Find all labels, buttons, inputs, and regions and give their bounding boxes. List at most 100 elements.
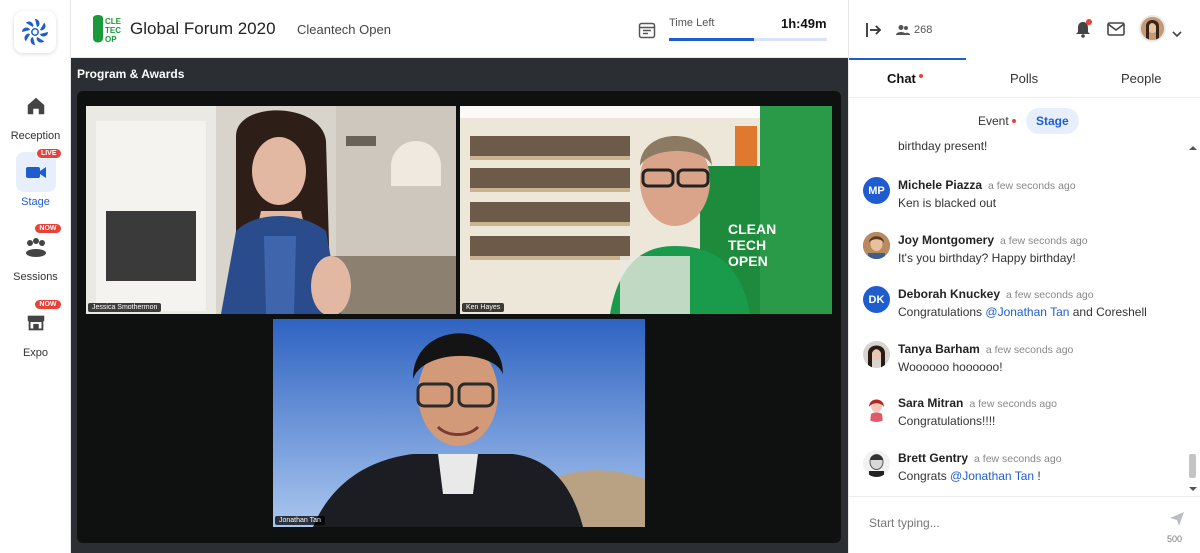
message-text: It's you birthday? Happy birthday! [898,251,1076,265]
organizer-name[interactable]: Cleantech Open [297,22,391,37]
panel-toolbar: 268 [849,0,1200,58]
sender-name-text: Brett Gentry [898,451,969,465]
subtab-event[interactable]: Event [968,108,1026,134]
nav-item-label: Sessions [13,271,58,283]
scroll-up-icon[interactable] [1188,144,1198,152]
message-time: a few seconds ago [974,453,1062,465]
svg-text:TEC: TEC [105,26,121,35]
sender-name-text: Sara Mitran [898,396,964,410]
nav-item-sessions[interactable]: NOW Sessions [0,223,71,283]
char-count: 500 [1167,534,1183,544]
nav-item-label: Expo [22,347,49,359]
time-left-value: 1h:49m [781,16,827,31]
sender-name-text: Joy Montgomery [898,233,995,247]
message-text: Congratulations!!!! [898,414,996,428]
chat-scrollbar[interactable] [1187,144,1197,493]
send-icon[interactable] [1169,511,1185,532]
sender-name: Deborah Knuckey a few seconds ago [898,287,1094,301]
participant-name: Ken Hayes [462,303,505,312]
nav-item-stage[interactable]: LIVE Stage [0,148,71,208]
nav-item-reception[interactable]: Reception [0,86,71,142]
video-tile-jessica[interactable]: Jessica Smothermon [86,106,456,314]
sessions-icon: NOW [16,223,62,267]
now-badge: NOW [34,223,62,234]
svg-text:CLE: CLE [105,17,122,26]
video-tile-ken[interactable]: CLEAN TECH OPEN Ken Hayes [460,106,832,314]
right-panel: 268 Chat Polls People Event Stage birthd… [848,0,1200,553]
message-time: a few seconds ago [969,398,1057,410]
mail-icon[interactable] [1107,22,1125,41]
message-text-part: Congratulations [898,305,986,319]
svg-text:OPEN: OPEN [728,253,768,269]
message-text-part: Congrats [898,469,951,483]
participant-name: Jonathan Tan [275,516,325,525]
time-left-label: Time Left [669,17,715,29]
scroll-down-icon[interactable] [1188,485,1198,493]
tab-label: Polls [1010,71,1039,86]
user-avatar[interactable] [1139,15,1166,42]
left-nav: Reception LIVE Stage NOW Sessions NOW Ex… [0,0,71,553]
chat-input[interactable] [869,516,1139,530]
user-mention[interactable]: @Jonathan Tan [950,469,1034,483]
tab-label: Chat [887,71,916,86]
sender-name: Michele Piazza a few seconds ago [898,178,1076,192]
cleantech-open-logo: CLE TEC OP [91,14,124,46]
video-tile-jonathan[interactable]: Jonathan Tan [273,319,645,527]
nav-item-label: Stage [21,196,50,208]
active-tab-underline [849,58,966,60]
avatar[interactable]: DK [863,286,890,313]
message-text: Woooooo hoooooo! [898,360,1003,374]
avatar[interactable] [863,341,890,368]
chat-composer: 500 [849,496,1200,553]
sender-name-text: Michele Piazza [898,178,983,192]
avatar[interactable] [863,450,890,477]
home-icon [16,86,56,126]
sender-name: Sara Mitran a few seconds ago [898,396,1057,410]
svg-text:OP: OP [105,35,117,44]
svg-text:CLEAN: CLEAN [728,221,776,237]
collapse-panel-icon[interactable] [863,20,883,45]
avatar[interactable] [863,232,890,259]
expo-icon: NOW [16,299,62,343]
subtab-stage[interactable]: Stage [1026,108,1079,134]
message-text: Ken is blacked out [898,196,997,210]
stage-icon: LIVE [15,148,62,192]
tab-chat[interactable]: Chat [887,71,923,86]
time-left-progress [669,38,827,41]
svg-text:TECH: TECH [728,237,766,253]
sender-name-text: Tanya Barham [898,342,980,356]
message-time: a few seconds ago [1006,289,1094,301]
stage-area: Program & Awards Jessica Smothermon CLEA… [71,58,848,553]
scroll-thumb[interactable] [1189,454,1196,478]
message-time: a few seconds ago [985,344,1074,356]
unread-dot [1011,119,1016,123]
user-mention[interactable]: @Jonathan Tan [985,305,1069,319]
participant-video [86,106,456,314]
avatar[interactable]: MP [863,177,890,204]
message-text-part: and Coreshell [1069,305,1147,319]
tab-people[interactable]: People [1121,71,1161,86]
tab-label: People [1121,71,1162,86]
chevron-down-icon[interactable] [1172,25,1182,43]
tab-polls[interactable]: Polls [1010,71,1038,86]
message-time: a few seconds ago [988,180,1076,192]
sender-name: Brett Gentry a few seconds ago [898,451,1062,465]
nav-item-label: Reception [10,130,61,142]
message-time: a few seconds ago [1000,235,1088,247]
panel-tabs: Chat Polls People [849,58,1200,98]
participant-video [273,319,645,527]
message-text: Congratulations @Jonathan Tan and Coresh… [898,305,1147,319]
avatar[interactable] [863,395,890,422]
calendar-icon[interactable] [637,20,657,40]
message-text: Congrats @Jonathan Tan ! [898,469,1041,483]
app-root: Reception LIVE Stage NOW Sessions NOW Ex… [0,0,1200,553]
notification-dot [1086,19,1092,25]
now-badge: NOW [34,299,62,310]
live-badge: LIVE [35,148,62,159]
participant-video: CLEAN TECH OPEN [460,106,832,314]
app-logo[interactable] [14,11,56,53]
attendee-count: 268 [914,24,933,36]
sender-name: Joy Montgomery a few seconds ago [898,233,1088,247]
unread-dot [918,74,923,78]
nav-item-expo[interactable]: NOW Expo [0,299,71,359]
